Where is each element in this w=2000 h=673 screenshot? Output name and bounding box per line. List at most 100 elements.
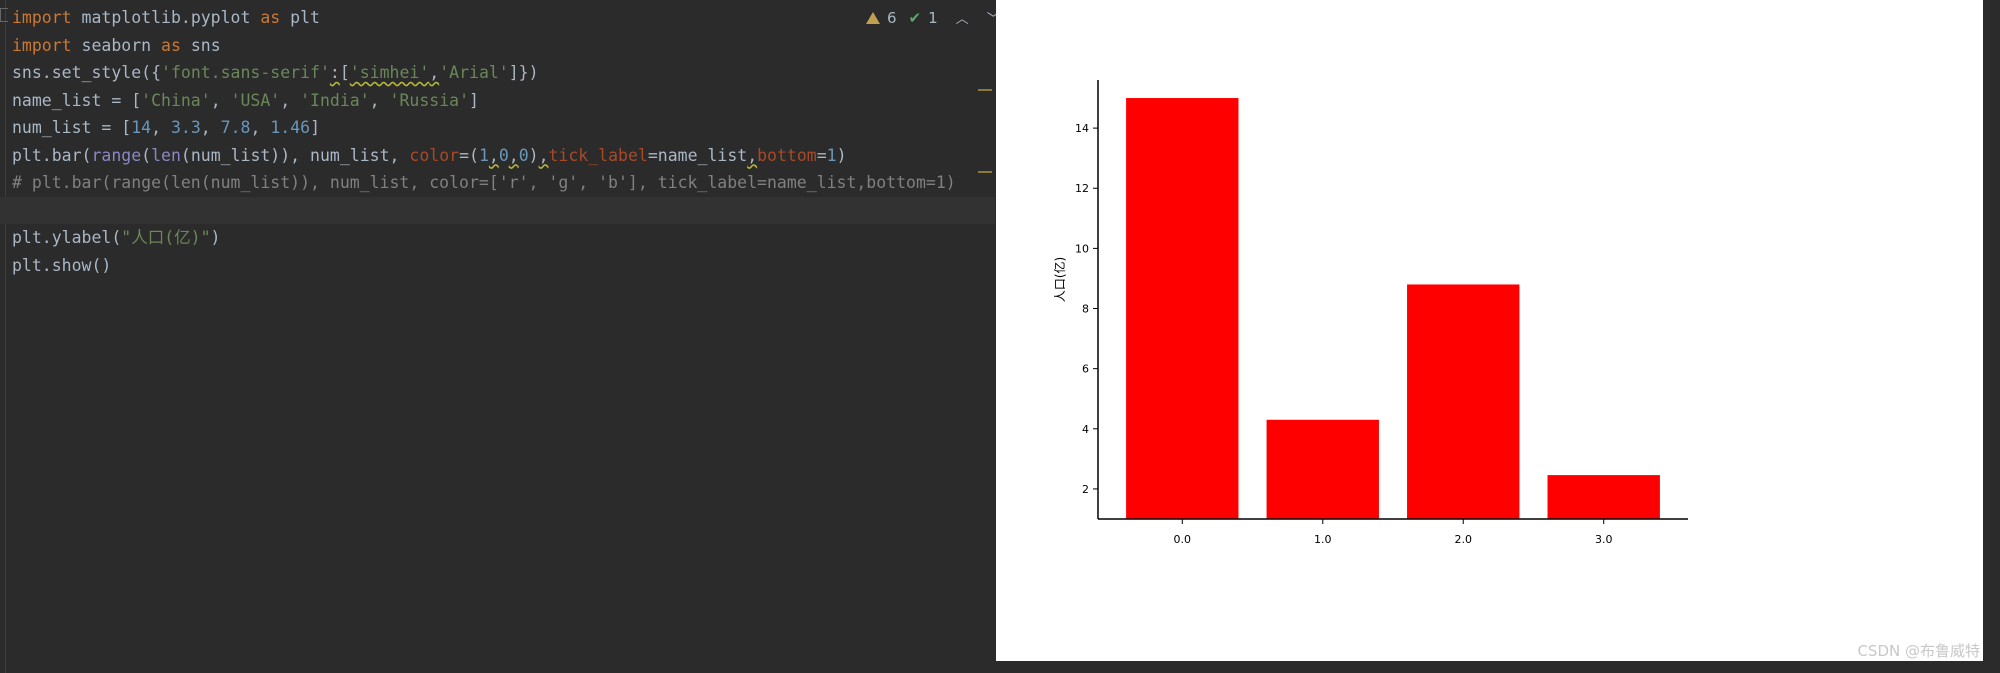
x-tick-label: 1.0 bbox=[1314, 533, 1332, 546]
previous-highlight-icon[interactable]: ︿ bbox=[956, 8, 969, 27]
code-token: range bbox=[91, 145, 142, 165]
bar bbox=[1266, 419, 1379, 519]
code-token: , bbox=[538, 145, 549, 165]
code-line[interactable]: plt.show() bbox=[12, 252, 995, 280]
code-editor[interactable]: import matplotlib.pyplot as plt import se… bbox=[0, 0, 1000, 673]
code-token: plt.bar( bbox=[12, 145, 92, 165]
code-token: 3.3 bbox=[170, 118, 201, 137]
y-tick-label: 8 bbox=[1082, 303, 1089, 316]
code-token: import bbox=[12, 8, 72, 27]
code-token: , bbox=[747, 145, 758, 165]
warning-icon bbox=[866, 11, 880, 24]
code-token: ) bbox=[528, 145, 539, 165]
code-token: name_list = [ bbox=[12, 90, 142, 110]
bar bbox=[1126, 98, 1239, 519]
code-token: as bbox=[260, 8, 281, 27]
code-token: sns bbox=[180, 35, 221, 55]
code-token: tick_label bbox=[548, 145, 648, 165]
code-token: = bbox=[816, 145, 827, 165]
code-token: , bbox=[429, 63, 440, 82]
code-token: ) bbox=[210, 228, 221, 247]
scrollbar-warning-mark[interactable] bbox=[978, 89, 992, 91]
weak-warning-count: 1 bbox=[928, 8, 938, 27]
code-token: , bbox=[369, 90, 390, 110]
fold-marker-icon[interactable] bbox=[0, 8, 8, 22]
y-tick-label: 4 bbox=[1082, 423, 1089, 436]
window-edge bbox=[1983, 0, 2000, 661]
code-token: 'Russia' bbox=[389, 90, 470, 110]
x-tick-label: 0.0 bbox=[1174, 533, 1192, 546]
y-tick-label: 12 bbox=[1075, 182, 1089, 195]
code-line[interactable]: # plt.bar(range(len(num_list)), num_list… bbox=[12, 169, 995, 197]
code-token: len bbox=[151, 145, 181, 165]
code-lines[interactable]: import matplotlib.pyplot as plt import se… bbox=[0, 4, 995, 280]
code-token: , bbox=[151, 118, 171, 137]
code-line[interactable]: name_list = ['China', 'USA', 'India', 'R… bbox=[12, 87, 995, 115]
code-token: : bbox=[329, 63, 340, 82]
code-token: import bbox=[12, 35, 72, 55]
code-token: 0 bbox=[518, 145, 529, 165]
code-token: , bbox=[488, 145, 499, 165]
y-tick-label: 6 bbox=[1082, 363, 1089, 376]
code-token: plt.show() bbox=[12, 255, 112, 275]
plot-window: 2 4 6 8 10 12 14 0.0 1.0 2.0 3.0 人口(亿) bbox=[996, 0, 1983, 661]
code-token: sns.set_style({ bbox=[12, 63, 162, 82]
code-token: , bbox=[280, 90, 301, 110]
code-token: as bbox=[161, 35, 181, 55]
y-tick-label: 10 bbox=[1075, 242, 1089, 255]
x-tick-label: 2.0 bbox=[1454, 533, 1472, 546]
code-token: , bbox=[210, 90, 231, 110]
code-token: ) bbox=[836, 145, 847, 165]
bar bbox=[1407, 284, 1520, 519]
bar bbox=[1547, 475, 1660, 519]
gutter-divider bbox=[5, 0, 6, 673]
y-tick-label: 2 bbox=[1082, 483, 1089, 496]
code-line[interactable]: plt.ylabel("人口(亿)") bbox=[12, 224, 995, 252]
x-tick-label: 3.0 bbox=[1595, 533, 1613, 546]
code-token: [ bbox=[339, 63, 350, 82]
code-token: plt bbox=[280, 8, 320, 27]
code-token: 1 bbox=[478, 145, 489, 165]
code-token: # plt.bar(range(len(num_list)), num_list… bbox=[12, 173, 956, 192]
bar-chart: 2 4 6 8 10 12 14 0.0 1.0 2.0 3.0 人口(亿) bbox=[1052, 80, 1688, 546]
code-token: 1.46 bbox=[270, 118, 311, 137]
code-token: plt.ylabel( bbox=[12, 228, 122, 247]
code-token: 'India' bbox=[300, 90, 370, 110]
code-token: 'font.sans-serif' bbox=[161, 63, 330, 82]
y-axis-label: 人口(亿) bbox=[1052, 257, 1067, 302]
warning-count: 6 bbox=[887, 8, 897, 27]
code-token: matplotlib.pyplot bbox=[71, 8, 261, 27]
code-token: 'Arial' bbox=[439, 63, 509, 82]
y-tick-label: 14 bbox=[1075, 122, 1089, 135]
watermark: CSDN @布鲁威特 bbox=[1857, 642, 1980, 660]
scrollbar-warning-mark[interactable] bbox=[978, 171, 992, 173]
code-line[interactable]: import matplotlib.pyplot as plt bbox=[12, 4, 995, 32]
code-line[interactable]: plt.bar(range(len(num_list)), num_list, … bbox=[12, 142, 995, 170]
code-token: 7.8 bbox=[220, 118, 251, 137]
code-token: =name_list bbox=[647, 145, 748, 165]
code-token: 0 bbox=[498, 145, 509, 165]
window-edge-bottom bbox=[996, 661, 2000, 673]
code-token: 'China' bbox=[141, 90, 211, 110]
code-token: 1 bbox=[826, 145, 837, 165]
inspection-widget[interactable]: 6 ✔ 1 ︿ ﹀ bbox=[866, 8, 1000, 27]
code-token: "人口(亿)" bbox=[121, 228, 211, 247]
code-line[interactable]: num_list = [14, 3.3, 7.8, 1.46] bbox=[12, 114, 995, 142]
code-token: bottom bbox=[757, 145, 817, 165]
code-token: num_list = [ bbox=[12, 118, 132, 137]
code-token: 'USA' bbox=[230, 90, 281, 110]
code-token: ]}) bbox=[508, 63, 539, 82]
code-line[interactable]: sns.set_style({'font.sans-serif':['simhe… bbox=[12, 59, 995, 87]
code-token: 14 bbox=[131, 118, 152, 137]
code-token: ( bbox=[141, 145, 152, 165]
code-token: =( bbox=[459, 145, 479, 165]
code-token: ] bbox=[469, 90, 479, 110]
code-line[interactable] bbox=[0, 196, 995, 224]
code-token: color bbox=[409, 145, 460, 165]
code-token: ] bbox=[310, 118, 321, 137]
code-line[interactable]: import seaborn as sns bbox=[12, 32, 995, 60]
code-token: , bbox=[200, 118, 221, 137]
code-token: seaborn bbox=[71, 35, 162, 55]
weak-warning-check-icon: ✔ bbox=[908, 8, 922, 27]
code-token: 'simhei' bbox=[349, 63, 430, 82]
